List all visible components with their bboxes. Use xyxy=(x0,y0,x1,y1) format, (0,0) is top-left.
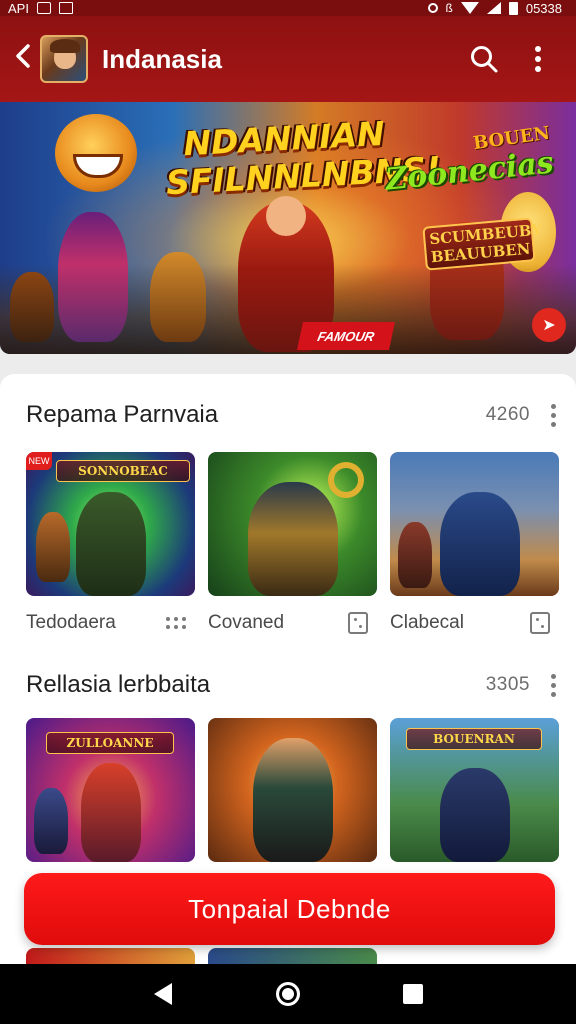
card-label: Clabecal xyxy=(390,612,464,633)
back-triangle-icon xyxy=(153,983,172,1005)
card-title: BOUENRAN xyxy=(406,728,542,750)
dragon-character xyxy=(55,114,137,192)
alarm-icon xyxy=(427,3,438,13)
section-more-icon[interactable] xyxy=(550,673,556,697)
game-card[interactable] xyxy=(390,452,559,596)
card-title: SONNOBEAC xyxy=(56,460,190,482)
hero-banner[interactable]: NDANNIAN SFILNNLNBNS! BOUEN Zoonecias SC… xyxy=(0,102,576,354)
mage-character xyxy=(58,212,128,342)
section-title: Repama Parnvaia xyxy=(26,401,219,428)
battery-icon xyxy=(508,1,518,15)
card-peek xyxy=(208,948,377,964)
card-meta: Clabecal xyxy=(390,608,559,638)
game-card[interactable]: NEW SONNOBEAC xyxy=(26,452,195,596)
section-more-icon[interactable] xyxy=(550,403,556,427)
chevron-left-icon xyxy=(16,44,30,68)
section-count: 3305 xyxy=(485,674,530,695)
new-badge: NEW xyxy=(26,452,52,470)
notification-icon xyxy=(36,2,51,14)
app-title: Indanasia xyxy=(102,43,222,74)
more-vertical-icon xyxy=(535,46,541,72)
grid-icon[interactable] xyxy=(165,612,187,634)
section-header: Rellasia lerbbaita 3305 xyxy=(26,668,556,702)
game-card[interactable]: ZULLOANNE xyxy=(26,718,195,862)
more-options-button[interactable] xyxy=(516,37,560,81)
image-icon xyxy=(58,2,73,14)
recents-square-icon xyxy=(403,984,424,1004)
card-meta: Tedodaera xyxy=(26,608,195,638)
status-bar: API ß 05338 xyxy=(0,0,576,16)
card-label: Covaned xyxy=(208,612,285,633)
bluetooth-icon: ß xyxy=(445,1,453,15)
hero-tag: FAMOUR xyxy=(297,322,395,350)
back-button[interactable] xyxy=(12,42,38,76)
card-meta: Covaned xyxy=(208,608,377,638)
app-bar: Indanasia xyxy=(0,16,576,102)
search-icon xyxy=(471,46,498,73)
card-row: NEW SONNOBEAC xyxy=(26,452,576,602)
app-avatar[interactable] xyxy=(40,35,88,83)
dice-icon[interactable] xyxy=(347,612,369,634)
signal-icon xyxy=(486,2,501,14)
primary-action-button[interactable]: Tonpaial Debnde xyxy=(24,873,555,945)
warrior-character xyxy=(10,272,54,342)
status-left: API xyxy=(8,1,73,16)
section-count: 4260 xyxy=(485,404,530,425)
play-icon[interactable]: ➤ xyxy=(532,308,566,342)
card-label: Tedodaera xyxy=(26,612,116,633)
card-row: ZULLOANNE BOUENRAN xyxy=(26,718,576,868)
nav-back-button[interactable] xyxy=(143,974,183,1014)
status-time: 05338 xyxy=(525,0,562,16)
dice-icon[interactable] xyxy=(529,612,551,634)
system-nav-bar xyxy=(0,964,576,1024)
game-card[interactable] xyxy=(208,452,377,596)
section-header: Repama Parnvaia 4260 xyxy=(26,398,556,432)
wifi-icon xyxy=(460,2,479,14)
game-card[interactable] xyxy=(208,718,377,862)
home-circle-icon xyxy=(275,982,300,1006)
section-title: Rellasia lerbbaita xyxy=(26,671,211,698)
status-text: API xyxy=(8,0,29,16)
card-title: ZULLOANNE xyxy=(46,732,174,754)
status-right: ß 05338 xyxy=(427,0,562,16)
search-button[interactable] xyxy=(462,37,506,81)
soldier-character xyxy=(150,252,206,342)
nav-home-button[interactable] xyxy=(268,974,308,1014)
nav-recents-button[interactable] xyxy=(393,974,433,1014)
game-card[interactable]: BOUENRAN xyxy=(390,718,559,862)
card-peek xyxy=(26,948,195,964)
hero-title: NDANNIAN SFILNNLNBNS! xyxy=(165,113,442,203)
card-labels-row: Tedodaera Covaned Clabecal xyxy=(26,608,576,638)
